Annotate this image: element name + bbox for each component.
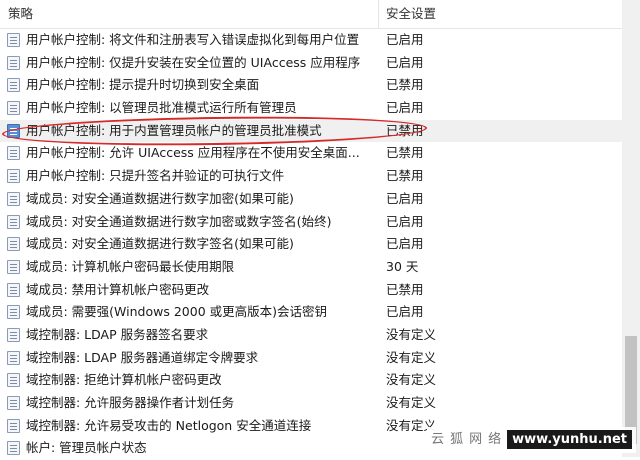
policy-setting-value: 已禁用 [386, 122, 424, 138]
policy-setting-value: 已禁用 [386, 145, 424, 161]
policy-icon [7, 101, 20, 116]
policy-name: 用户帐户控制: 只提升签名并验证的可执行文件 [26, 168, 285, 184]
policy-row[interactable]: 域控制器: LDAP 服务器签名要求 没有定义 [0, 324, 622, 347]
policy-icon [7, 373, 20, 388]
policy-row[interactable]: 用户帐户控制: 用于内置管理员帐户的管理员批准模式 已禁用 [0, 119, 622, 143]
policy-name: 用户帐户控制: 仅提升安装在安全位置的 UIAccess 应用程序 [26, 54, 361, 70]
column-header-security-setting[interactable]: 安全设置 [386, 0, 436, 28]
policy-setting-value: 没有定义 [386, 372, 437, 388]
policy-row[interactable]: 用户帐户控制: 只提升签名并验证的可执行文件 已禁用 [0, 165, 622, 188]
policy-icon [7, 237, 20, 252]
policy-row[interactable]: 用户帐户控制: 将文件和注册表写入错误虚拟化到每用户位置 已启用 [0, 29, 622, 52]
policy-setting-value: 已禁用 [386, 281, 424, 297]
policy-name: 域控制器: 允许易受攻击的 Netlogon 安全通道连接 [26, 417, 312, 433]
policy-name: 域成员: 需要强(Windows 2000 或更高版本)会话密钥 [26, 304, 327, 320]
policy-icon [7, 214, 20, 229]
watermark-brand-text: 云狐网络 [431, 432, 508, 447]
policy-row[interactable]: 域成员: 禁用计算机帐户密码更改 已禁用 [0, 279, 622, 302]
policy-icon [7, 55, 20, 70]
list-header: 策略 安全设置 [0, 0, 622, 29]
policy-name: 用户帐户控制: 以管理员批准模式运行所有管理员 [26, 100, 297, 116]
policy-icon [7, 441, 20, 456]
policy-icon [7, 305, 20, 320]
watermark-url: www.yunhu.net [507, 430, 632, 449]
policy-row[interactable]: 用户帐户控制: 允许 UIAccess 应用程序在不使用安全桌面... 已禁用 [0, 142, 622, 165]
policy-setting-value: 已启用 [386, 54, 424, 70]
policy-name: 域控制器: LDAP 服务器通道绑定令牌要求 [26, 349, 259, 365]
policy-setting-value: 已启用 [386, 213, 424, 229]
policy-setting-value: 没有定义 [386, 326, 437, 342]
policy-icon [7, 123, 20, 138]
policy-setting-value: 已启用 [386, 100, 424, 116]
policy-row[interactable]: 域成员: 对安全通道数据进行数字加密或数字签名(始终) 已启用 [0, 211, 622, 234]
policy-name: 域控制器: 允许服务器操作者计划任务 [26, 395, 235, 410]
column-divider[interactable] [378, 0, 379, 28]
policy-setting-value: 已禁用 [386, 168, 424, 184]
policy-icon [7, 33, 20, 47]
policy-row[interactable]: 用户帐户控制: 提示提升时切换到安全桌面 已禁用 [0, 74, 622, 97]
column-header-policy[interactable]: 策略 [8, 0, 33, 28]
policy-icon [7, 396, 20, 410]
policy-setting-value: 30 天 [386, 258, 419, 274]
policy-icon [7, 418, 20, 433]
policy-name: 域成员: 对安全通道数据进行数字加密(如果可能) [26, 190, 294, 206]
policy-row[interactable]: 域成员: 对安全通道数据进行数字加密(如果可能) 已启用 [0, 188, 622, 211]
policy-setting-value: 已启用 [386, 190, 424, 206]
policy-list: 用户帐户控制: 将文件和注册表写入错误虚拟化到每用户位置 已启用 用户帐户控制: 仅… [0, 29, 622, 460]
policy-icon [7, 191, 20, 206]
policy-icon [7, 327, 20, 342]
policy-name: 用户帐户控制: 将文件和注册表写入错误虚拟化到每用户位置 [26, 32, 360, 47]
vertical-scrollbar[interactable] [622, 0, 640, 457]
policy-row[interactable]: 用户帐户控制: 以管理员批准模式运行所有管理员 已启用 [0, 97, 622, 120]
policy-setting-value: 没有定义 [386, 349, 437, 365]
policy-row[interactable]: 用户帐户控制: 仅提升安装在安全位置的 UIAccess 应用程序 已启用 [0, 52, 622, 75]
policy-name: 域成员: 禁用计算机帐户密码更改 [26, 281, 210, 297]
policy-icon [7, 78, 20, 93]
policy-name: 域控制器: LDAP 服务器签名要求 [26, 326, 209, 342]
policy-name: 用户帐户控制: 用于内置管理员帐户的管理员批准模式 [26, 122, 322, 138]
policy-row[interactable]: 域控制器: 允许服务器操作者计划任务 没有定义 [0, 392, 622, 415]
policy-name: 域成员: 对安全通道数据进行数字签名(如果可能) [26, 236, 294, 252]
policy-icon [7, 282, 20, 297]
policy-name: 用户帐户控制: 允许 UIAccess 应用程序在不使用安全桌面... [26, 145, 360, 161]
policy-setting-value: 已启用 [386, 304, 424, 320]
policy-row[interactable]: 域成员: 计算机帐户密码最长使用期限 30 天 [0, 256, 622, 279]
policy-name: 域控制器: 拒绝计算机帐户密码更改 [26, 372, 222, 388]
policy-name: 域成员: 对安全通道数据进行数字加密或数字签名(始终) [26, 213, 332, 229]
policy-row[interactable]: 域成员: 需要强(Windows 2000 或更高版本)会话密钥 已启用 [0, 301, 622, 324]
policy-icon [7, 350, 20, 365]
policy-setting-value: 已启用 [386, 236, 424, 252]
policy-name: 用户帐户控制: 提示提升时切换到安全桌面 [26, 77, 260, 93]
policy-icon [7, 259, 20, 274]
policy-setting-value: 已禁用 [386, 77, 424, 93]
policy-setting-value: 没有定义 [386, 395, 437, 410]
watermark: 云狐网络 www.yunhu.net [427, 427, 636, 453]
policy-row[interactable]: 域控制器: 拒绝计算机帐户密码更改 没有定义 [0, 369, 622, 392]
policy-icon [7, 146, 20, 161]
policy-icon [7, 169, 20, 184]
policy-row[interactable]: 域成员: 对安全通道数据进行数字签名(如果可能) 已启用 [0, 233, 622, 256]
policy-setting-value: 已启用 [386, 32, 424, 47]
policy-row[interactable]: 域控制器: LDAP 服务器通道绑定令牌要求 没有定义 [0, 347, 622, 370]
policy-name: 域成员: 计算机帐户密码最长使用期限 [26, 258, 235, 274]
